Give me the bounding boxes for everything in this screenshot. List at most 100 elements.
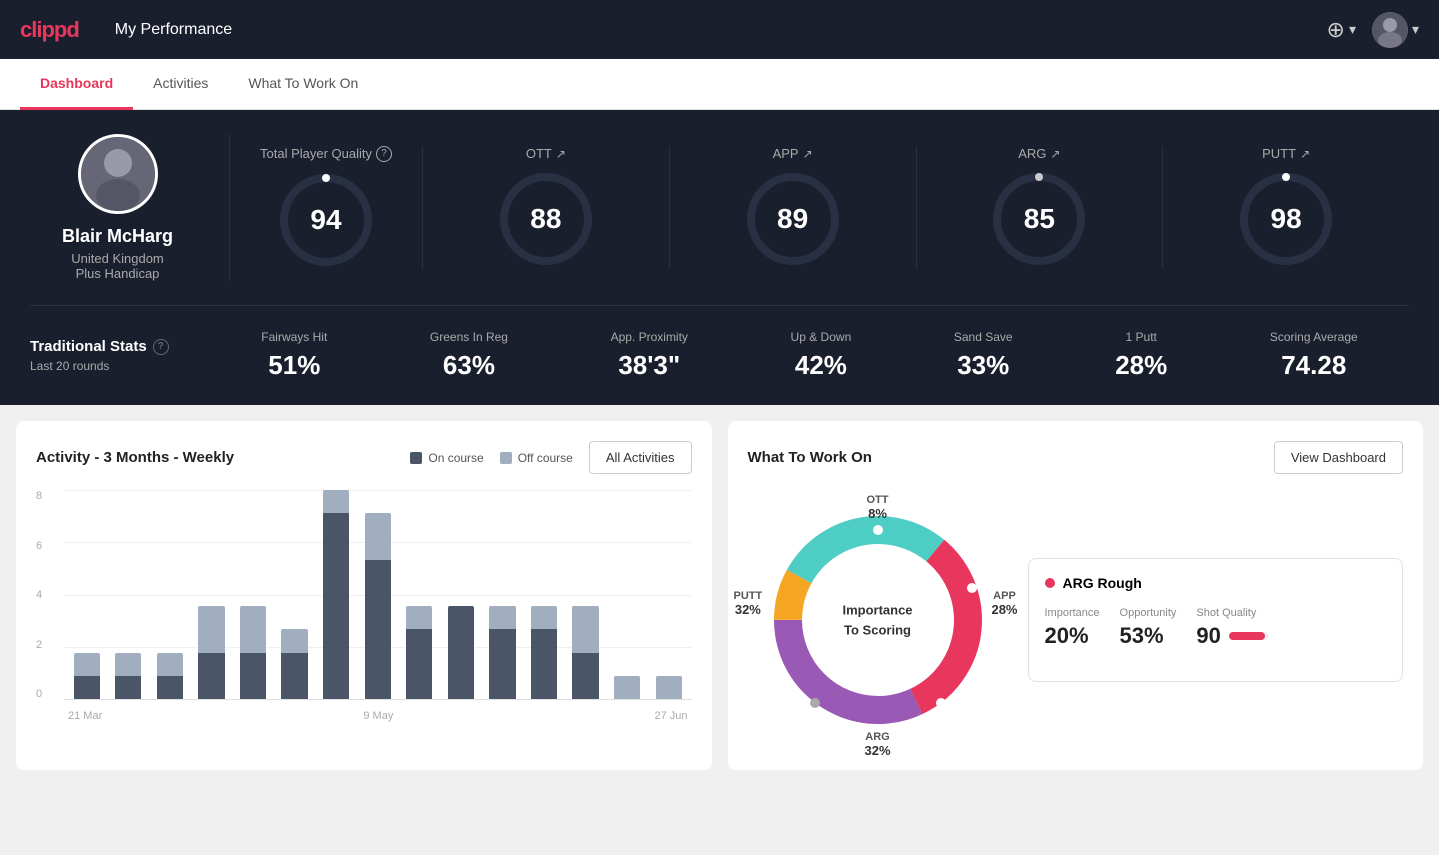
shot-quality-value: 90: [1196, 623, 1220, 649]
bar-group-0: [68, 490, 106, 699]
score-card-putt: PUTT ↗ 98: [1163, 146, 1409, 269]
importance-label: Importance: [1045, 607, 1100, 619]
x-label-may: 9 May: [363, 710, 393, 722]
bar-on-3: [198, 653, 224, 699]
tpq-circle: 94: [276, 170, 376, 270]
traditional-stats: Traditional Stats ? Last 20 rounds Fairw…: [30, 330, 1409, 381]
sandsave-label: Sand Save: [954, 330, 1013, 344]
bar-on-11: [531, 629, 557, 699]
opportunity-label: Opportunity: [1120, 607, 1177, 619]
greens-label: Greens In Reg: [430, 330, 508, 344]
bar-group-1: [110, 490, 148, 699]
trad-info-icon[interactable]: ?: [153, 339, 169, 355]
info-title: ARG Rough: [1063, 575, 1142, 591]
ott-label: OTT ↗: [526, 146, 566, 161]
trad-title: Traditional Stats: [30, 338, 147, 355]
putt-value: 98: [1271, 203, 1302, 235]
proximity-value: 38'3": [618, 350, 680, 381]
trad-subtitle: Last 20 rounds: [30, 359, 210, 373]
importance-metric: Importance 20%: [1045, 607, 1100, 649]
bar-on-5: [281, 653, 307, 699]
info-metrics: Importance 20% Opportunity 53% Shot Qual…: [1045, 607, 1387, 649]
app-donut-label: APP 28%: [991, 590, 1017, 617]
app-arrow-icon: ↗: [803, 147, 813, 161]
putt-label: PUTT ↗: [1262, 146, 1310, 161]
proximity-label: App. Proximity: [611, 330, 688, 344]
stat-oneputt: 1 Putt 28%: [1115, 330, 1167, 381]
donut-center: Importance To Scoring: [842, 601, 912, 640]
info-card-title: ARG Rough: [1045, 575, 1387, 591]
header-title: My Performance: [115, 21, 232, 39]
bar-group-5: [276, 490, 314, 699]
bar-group-14: [650, 490, 688, 699]
header-right: ⊕ ▾ ▾: [1327, 12, 1420, 48]
bar-group-3: [193, 490, 231, 699]
score-card-arg: ARG ↗ 85: [917, 146, 1164, 269]
bar-off-3: [198, 606, 224, 652]
bars: [64, 490, 692, 699]
arg-donut-label: ARG 32%: [864, 731, 890, 758]
tpq-label-text: Total Player Quality: [260, 146, 372, 161]
view-dashboard-button[interactable]: View Dashboard: [1274, 441, 1403, 474]
stat-sandsave: Sand Save 33%: [954, 330, 1013, 381]
stat-scoring: Scoring Average 74.28: [1270, 330, 1358, 381]
stat-proximity: App. Proximity 38'3": [611, 330, 688, 381]
donut-center-line1: Importance: [842, 601, 912, 621]
bar-on-12: [572, 653, 598, 699]
ott-circle: 88: [496, 169, 596, 269]
bar-group-6: [317, 490, 355, 699]
trad-label: Traditional Stats ? Last 20 rounds: [30, 338, 210, 373]
greens-value: 63%: [443, 350, 495, 381]
bar-off-6: [323, 490, 349, 513]
bar-off-7: [365, 513, 391, 559]
oneputt-value: 28%: [1115, 350, 1167, 381]
arg-label: ARG ↗: [1018, 146, 1060, 161]
tab-what-to-work-on[interactable]: What To Work On: [228, 59, 378, 110]
putt-donut-label: PUTT 32%: [734, 590, 763, 617]
bar-chart: 8 6 4 2 0 21 Mar 9 Ma: [36, 490, 692, 730]
ott-donut-label: OTT 8%: [867, 494, 889, 521]
ott-value: 88: [530, 203, 561, 235]
bar-on-7: [365, 560, 391, 699]
tpq-label: Total Player Quality ?: [260, 146, 392, 162]
bar-off-11: [531, 606, 557, 629]
on-course-label: On course: [428, 451, 483, 465]
scoring-value: 74.28: [1281, 350, 1346, 381]
bar-on-0: [74, 676, 100, 699]
app-circle: 89: [743, 169, 843, 269]
tab-activities[interactable]: Activities: [133, 59, 228, 110]
bar-on-9: [448, 606, 474, 699]
updown-value: 42%: [795, 350, 847, 381]
all-activities-button[interactable]: All Activities: [589, 441, 692, 474]
oneputt-label: 1 Putt: [1126, 330, 1157, 344]
app-label: APP ↗: [773, 146, 813, 161]
bottom-section: Activity - 3 Months - Weekly On course O…: [0, 405, 1439, 786]
bar-group-7: [359, 490, 397, 699]
bar-off-8: [406, 606, 432, 629]
donut-center-line2: To Scoring: [842, 620, 912, 640]
add-button[interactable]: ⊕ ▾: [1327, 17, 1356, 43]
tpq-info-icon[interactable]: ?: [376, 146, 392, 162]
player-avatar: [78, 134, 158, 214]
bar-group-2: [151, 490, 189, 699]
off-course-label: Off course: [518, 451, 573, 465]
x-axis-labels: 21 Mar 9 May 27 Jun: [64, 702, 692, 730]
bar-off-1: [115, 653, 141, 676]
plus-icon: ⊕: [1327, 17, 1345, 43]
bar-group-4: [234, 490, 272, 699]
user-menu[interactable]: ▾: [1372, 12, 1419, 48]
donut-wrapper: Importance To Scoring OTT 8% APP 28% ARG…: [748, 490, 1008, 750]
opportunity-value: 53%: [1120, 623, 1177, 649]
player-handicap: Plus Handicap: [76, 266, 160, 281]
stat-greens: Greens In Reg 63%: [430, 330, 508, 381]
bar-on-6: [323, 513, 349, 699]
tab-dashboard[interactable]: Dashboard: [20, 59, 133, 110]
activity-title: Activity - 3 Months - Weekly: [36, 449, 234, 466]
avatar: [1372, 12, 1408, 48]
logo: clippd: [20, 17, 79, 43]
y-label-4: 4: [36, 589, 42, 601]
bar-off-13: [614, 676, 640, 699]
activity-header: Activity - 3 Months - Weekly On course O…: [36, 441, 692, 474]
bar-group-9: [442, 490, 480, 699]
bar-off-14: [656, 676, 682, 699]
